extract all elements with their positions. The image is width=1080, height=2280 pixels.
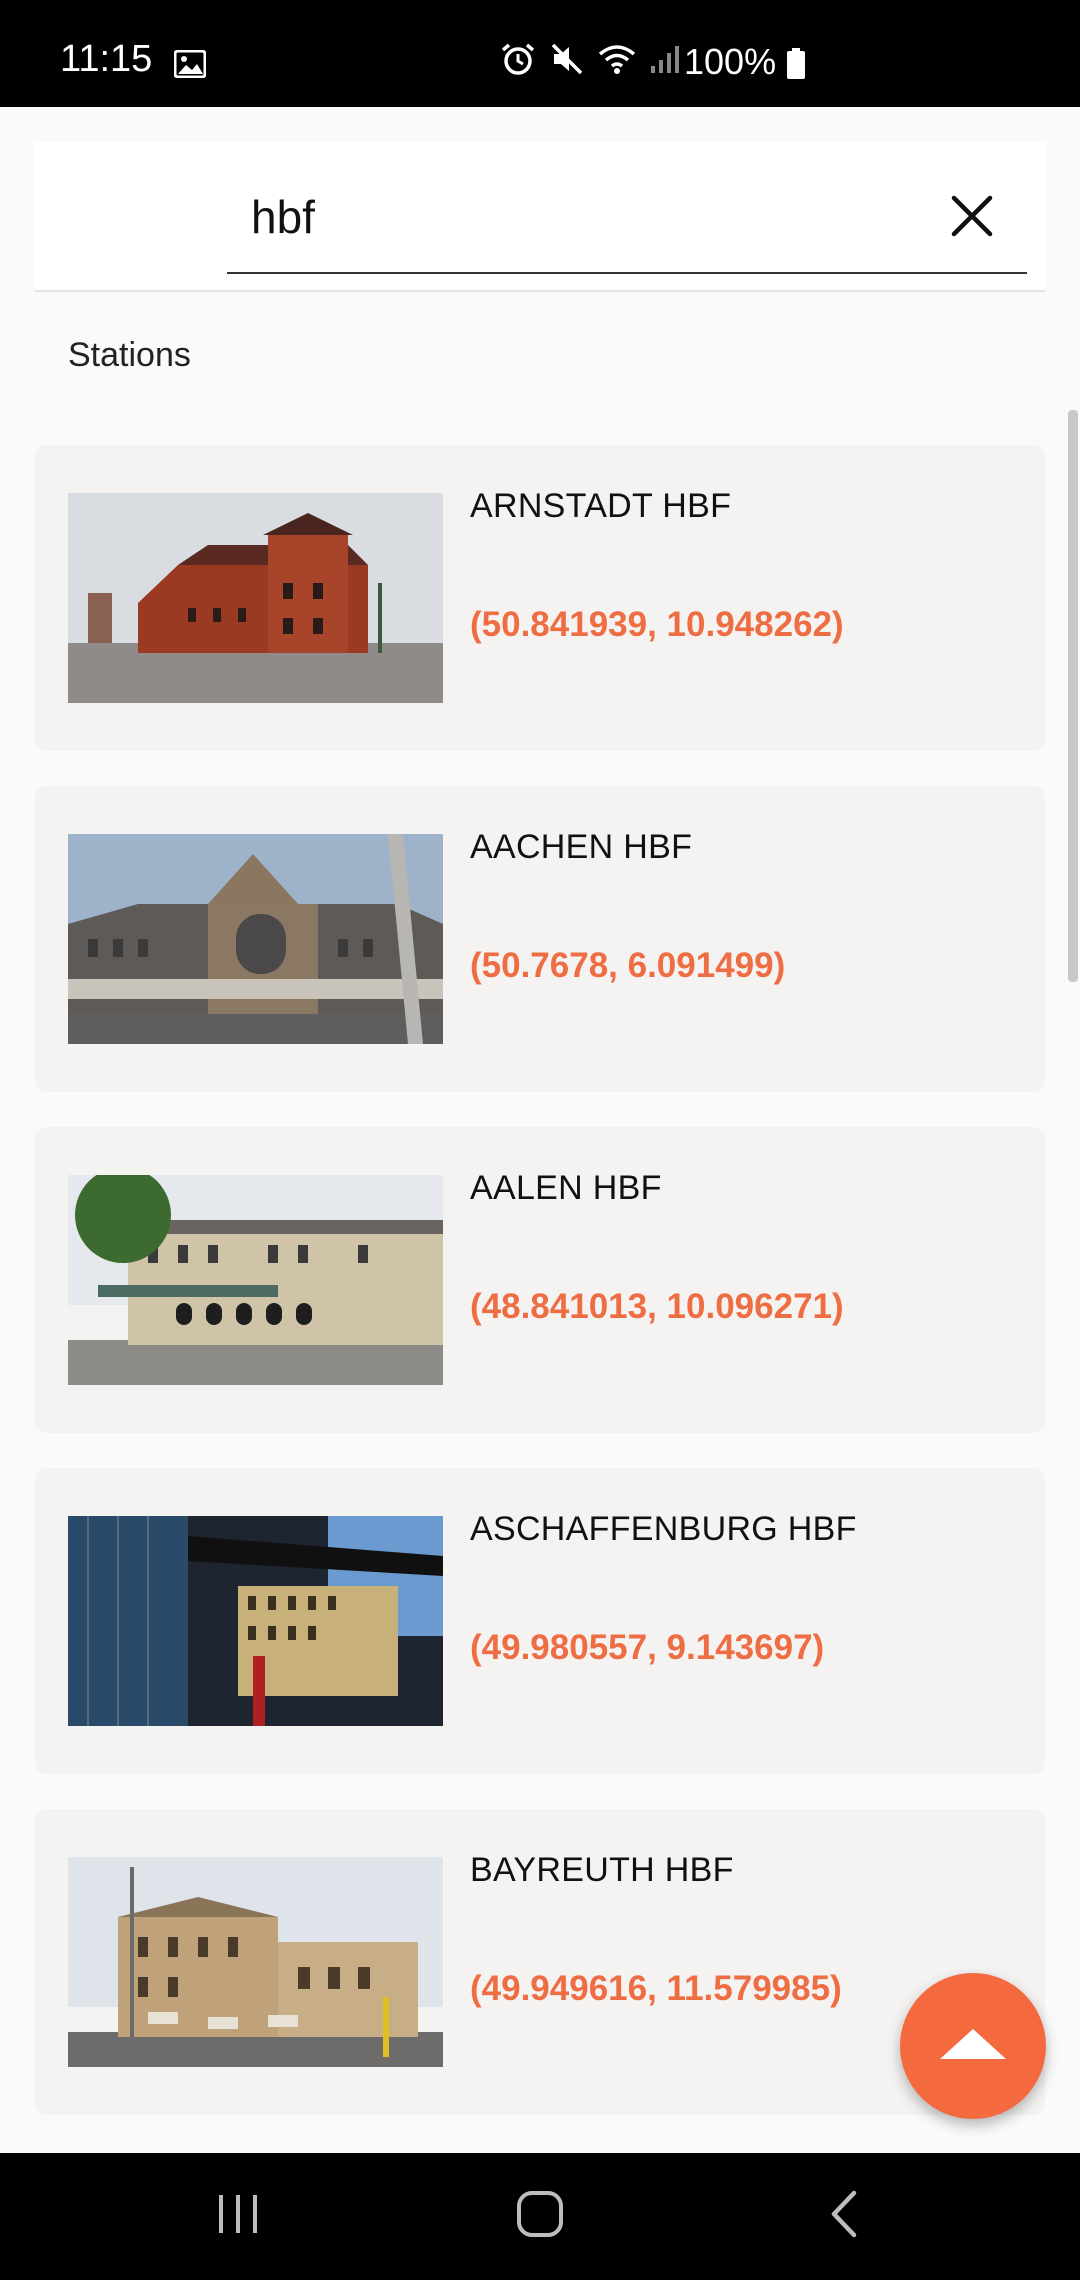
- status-time: 11:15: [60, 38, 153, 80]
- station-card[interactable]: ARNSTADT HBF (50.841939, 10.948262): [35, 445, 1045, 751]
- station-coordinates: (49.949616, 11.579985): [470, 1969, 842, 2008]
- station-name: ARNSTADT HBF: [470, 487, 732, 525]
- close-icon: [950, 194, 994, 243]
- gallery-icon: [173, 49, 207, 83]
- station-coordinates: (48.841013, 10.096271): [470, 1287, 844, 1326]
- station-card[interactable]: AALEN HBF (48.841013, 10.096271): [35, 1127, 1045, 1433]
- station-name: BAYREUTH HBF: [470, 1851, 734, 1889]
- status-icons: [500, 42, 680, 81]
- alarm-icon: [500, 42, 536, 81]
- mute-icon: [550, 42, 584, 81]
- station-name: AACHEN HBF: [470, 828, 693, 866]
- station-photo: [68, 1516, 443, 1726]
- station-photo: [68, 1175, 443, 1385]
- station-coordinates: (50.7678, 6.091499): [470, 946, 786, 985]
- scrollbar[interactable]: [1068, 410, 1078, 982]
- wifi-icon: [598, 43, 636, 80]
- recent-apps-button[interactable]: [198, 2181, 278, 2251]
- station-card[interactable]: BAYREUTH HBF (49.949616, 11.579985): [35, 1809, 1045, 2115]
- station-photo: [68, 834, 443, 1044]
- clear-search-button[interactable]: [940, 186, 1004, 250]
- navigation-bar: [0, 2153, 1080, 2280]
- arrow-up-icon: [938, 2027, 1008, 2066]
- battery-icon: [786, 48, 806, 85]
- station-card[interactable]: AACHEN HBF (50.7678, 6.091499): [35, 786, 1045, 1092]
- station-coordinates: (49.980557, 9.143697): [470, 1628, 825, 1667]
- signal-icon: [650, 44, 680, 79]
- search-input[interactable]: [227, 162, 1027, 274]
- home-button[interactable]: [500, 2181, 580, 2251]
- battery-percentage: 100%: [684, 41, 777, 82]
- station-coordinates: (50.841939, 10.948262): [470, 605, 844, 644]
- scroll-to-top-button[interactable]: [900, 1973, 1046, 2119]
- station-photo: [68, 493, 443, 703]
- search-panel: [35, 142, 1045, 290]
- divider: [35, 290, 1045, 292]
- home-icon: [515, 2189, 565, 2244]
- station-name: AALEN HBF: [470, 1169, 662, 1207]
- station-name: ASCHAFFENBURG HBF: [470, 1510, 857, 1548]
- station-photo: [68, 1857, 443, 2067]
- section-title: Stations: [68, 336, 191, 374]
- status-bar: 11:15 100%: [0, 0, 1080, 107]
- back-icon: [826, 2189, 860, 2244]
- recent-apps-icon: [215, 2191, 261, 2242]
- station-list: ARNSTADT HBF (50.841939, 10.948262) AACH…: [35, 445, 1045, 2150]
- station-card[interactable]: ASCHAFFENBURG HBF (49.980557, 9.143697): [35, 1468, 1045, 1774]
- back-button[interactable]: [803, 2181, 883, 2251]
